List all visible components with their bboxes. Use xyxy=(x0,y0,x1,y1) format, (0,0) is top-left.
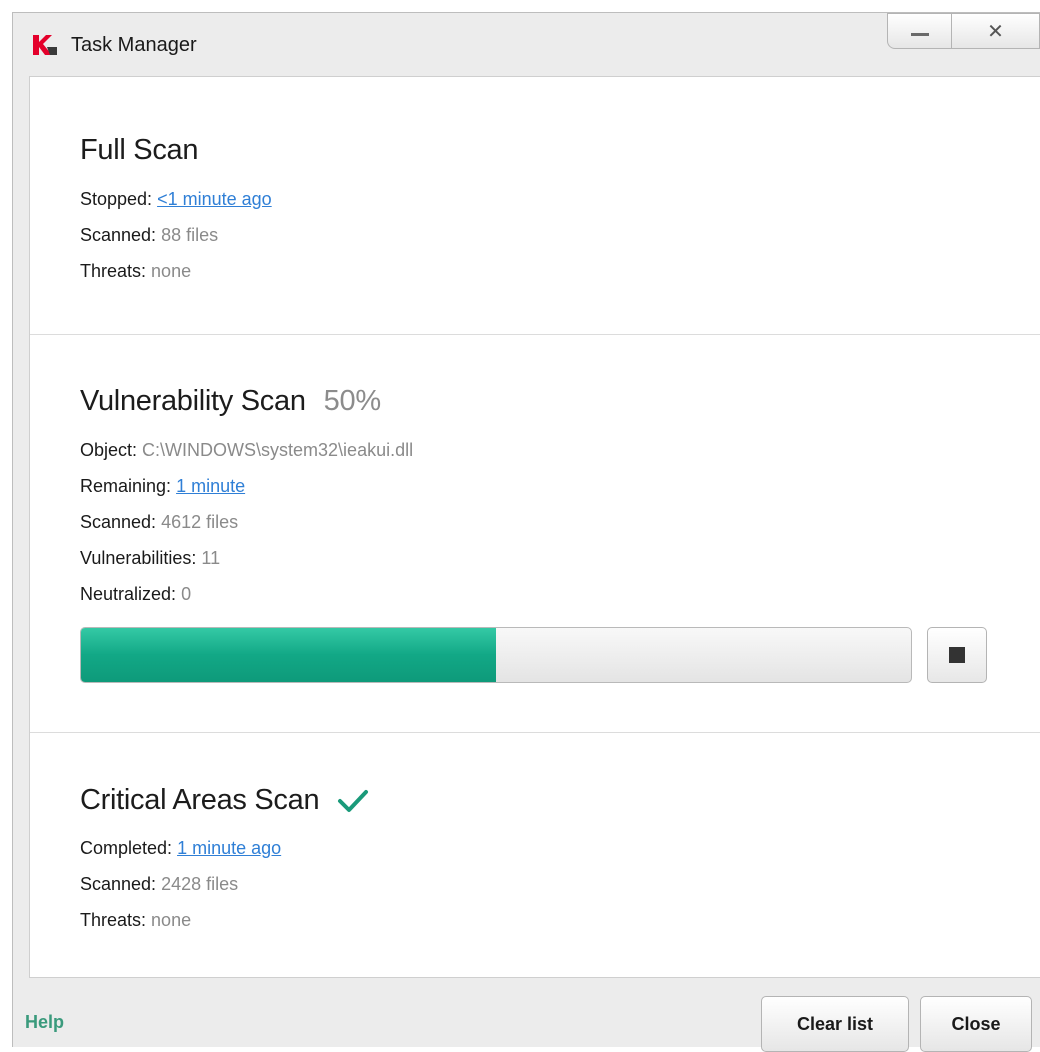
detail-row-threats: Threats: none xyxy=(80,902,281,938)
detail-label: Scanned: xyxy=(80,874,157,894)
detail-value: 0 xyxy=(181,584,192,604)
completed-time-link[interactable]: 1 minute ago xyxy=(177,838,281,858)
task-manager-window: Task Manager ✕ Full Scan Stopped: <1 min… xyxy=(12,12,1040,1052)
scan-progress-bar xyxy=(80,627,912,683)
minimize-icon xyxy=(910,32,929,36)
detail-row-threats: Threats: none xyxy=(80,253,272,289)
detail-value: C:\WINDOWS\system32\ieakui.dll xyxy=(142,440,414,460)
detail-value: 88 files xyxy=(161,225,219,245)
checkmark-icon xyxy=(338,789,369,812)
detail-value: 11 xyxy=(201,548,221,568)
task-title: Vulnerability Scan 50% xyxy=(80,385,381,418)
detail-label: Neutralized: xyxy=(80,584,177,604)
task-critical-areas-scan: Critical Areas Scan Completed: 1 minute … xyxy=(30,733,1040,977)
detail-row-stopped: Stopped: <1 minute ago xyxy=(80,181,272,217)
detail-label: Object: xyxy=(80,440,138,460)
detail-row-vulnerabilities: Vulnerabilities: 11 xyxy=(80,540,413,576)
task-title: Critical Areas Scan xyxy=(80,784,369,817)
detail-label: Stopped: xyxy=(80,189,153,209)
progress-fill xyxy=(81,628,496,682)
detail-value: none xyxy=(151,910,192,930)
progress-percent: 50% xyxy=(323,385,381,417)
detail-row-completed: Completed: 1 minute ago xyxy=(80,830,281,866)
task-title: Full Scan xyxy=(80,134,198,167)
task-details: Stopped: <1 minute ago Scanned: 88 files… xyxy=(80,181,272,289)
task-details: Object: C:\WINDOWS\system32\ieakui.dll R… xyxy=(80,432,413,612)
close-window-button[interactable]: ✕ xyxy=(952,13,1040,49)
task-title-text: Full Scan xyxy=(80,134,199,166)
stopped-time-link[interactable]: <1 minute ago xyxy=(157,189,272,209)
detail-row-object: Object: C:\WINDOWS\system32\ieakui.dll xyxy=(80,432,413,468)
detail-label: Remaining: xyxy=(80,476,172,496)
detail-label: Threats: xyxy=(80,261,147,281)
detail-row-scanned: Scanned: 2428 files xyxy=(80,866,281,902)
detail-label: Completed: xyxy=(80,838,173,858)
title-bar[interactable]: Task Manager ✕ xyxy=(13,13,1040,76)
close-button[interactable]: Close xyxy=(920,996,1032,1052)
detail-value: none xyxy=(151,261,192,281)
detail-row-neutralized: Neutralized: 0 xyxy=(80,576,413,612)
detail-value: 4612 files xyxy=(161,512,239,532)
close-icon: ✕ xyxy=(987,20,1004,43)
kaspersky-logo-icon xyxy=(33,35,57,55)
minimize-button[interactable] xyxy=(887,13,952,49)
task-title-text: Vulnerability Scan xyxy=(80,385,306,417)
clear-list-button[interactable]: Clear list xyxy=(761,996,909,1052)
stop-scan-button[interactable] xyxy=(927,627,987,683)
task-full-scan: Full Scan Stopped: <1 minute ago Scanned… xyxy=(30,77,1040,335)
detail-label: Scanned: xyxy=(80,225,157,245)
window-title: Task Manager xyxy=(71,34,197,56)
task-details: Completed: 1 minute ago Scanned: 2428 fi… xyxy=(80,830,281,938)
detail-label: Scanned: xyxy=(80,512,157,532)
detail-row-remaining: Remaining: 1 minute xyxy=(80,468,413,504)
detail-row-scanned: Scanned: 88 files xyxy=(80,217,272,253)
detail-row-scanned: Scanned: 4612 files xyxy=(80,504,413,540)
detail-label: Vulnerabilities: xyxy=(80,548,197,568)
task-list: Full Scan Stopped: <1 minute ago Scanned… xyxy=(29,76,1040,978)
task-title-text: Critical Areas Scan xyxy=(80,784,320,816)
detail-label: Threats: xyxy=(80,910,147,930)
window-controls: ✕ xyxy=(887,13,1040,50)
help-link[interactable]: Help xyxy=(25,1012,64,1033)
stop-icon xyxy=(949,647,965,663)
remaining-time-link[interactable]: 1 minute xyxy=(176,476,245,496)
task-vulnerability-scan: Vulnerability Scan 50% Object: C:\WINDOW… xyxy=(30,335,1040,732)
detail-value: 2428 files xyxy=(161,874,239,894)
